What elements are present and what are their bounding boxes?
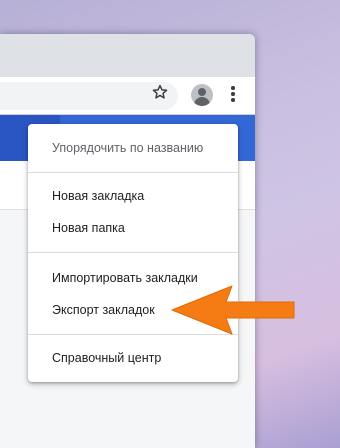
menu-divider — [28, 172, 238, 173]
tab-strip — [0, 34, 255, 77]
menu-divider — [28, 252, 238, 253]
add-bookmark-item[interactable]: Новая закладка — [28, 180, 238, 212]
more-vertical-icon[interactable] — [230, 86, 236, 104]
sort-by-name-item[interactable]: Упорядочить по названию — [28, 132, 238, 164]
star-icon[interactable] — [151, 83, 169, 101]
help-center-item[interactable]: Справочный центр — [28, 342, 238, 374]
arrow-left-icon — [171, 285, 295, 335]
avatar-icon[interactable] — [191, 84, 213, 106]
add-folder-item[interactable]: Новая папка — [28, 212, 238, 244]
browser-toolbar — [0, 77, 255, 115]
